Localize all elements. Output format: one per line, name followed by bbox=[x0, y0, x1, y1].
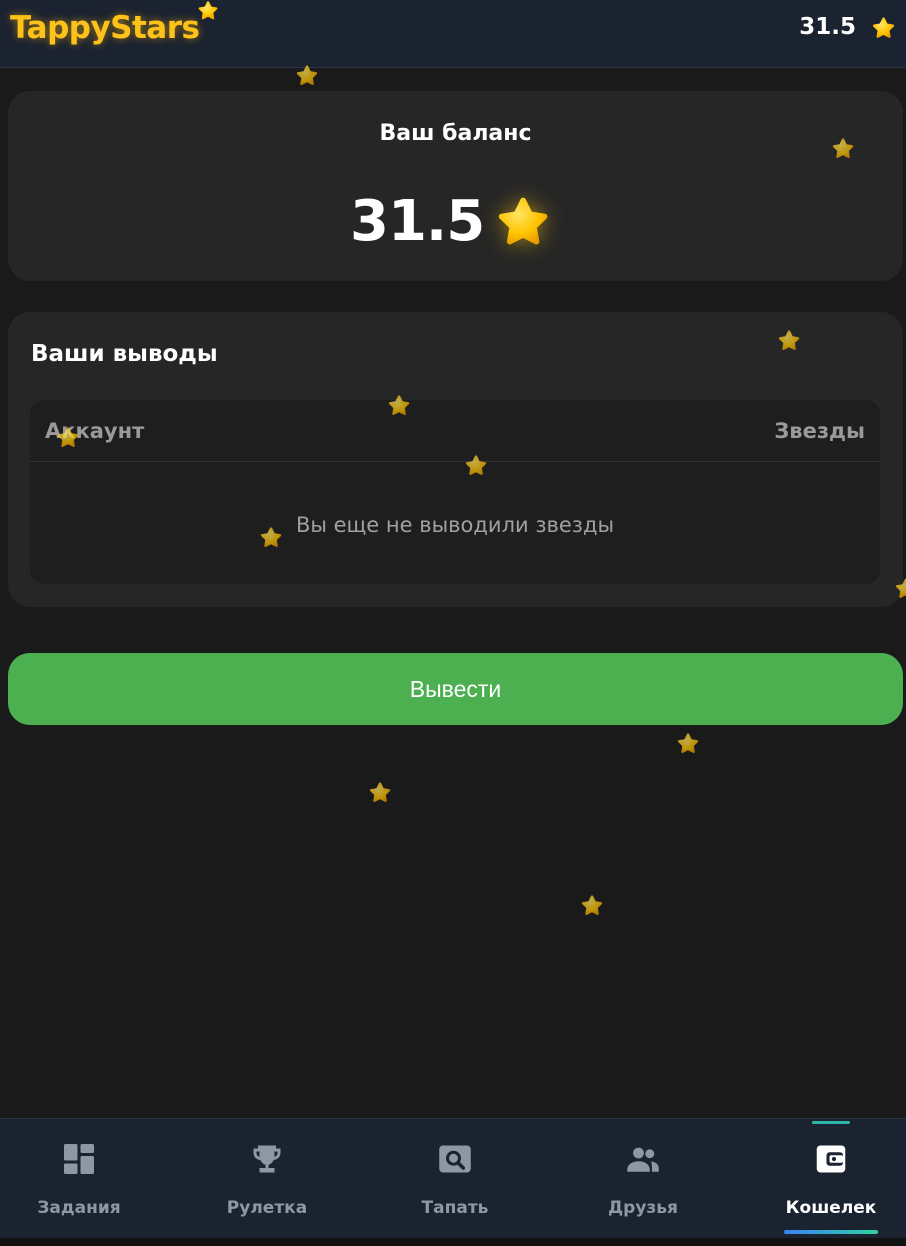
balance-card: Ваш баланс 31.5 bbox=[8, 91, 903, 281]
bottom-strip bbox=[0, 1238, 906, 1246]
nav-item-friends[interactable]: Друзья bbox=[583, 1119, 703, 1239]
withdrawals-table: Аккаунт Звезды Вы еще не выводили звезды bbox=[30, 400, 880, 584]
tasks-icon bbox=[64, 1144, 94, 1174]
logo-star-icon bbox=[196, 0, 220, 23]
app-header: TappyStars 31.5 bbox=[0, 0, 906, 68]
decorative-star-icon bbox=[55, 425, 81, 451]
nav-item-tap[interactable]: Тапать bbox=[395, 1119, 515, 1239]
active-tab-indicator-top bbox=[812, 1121, 850, 1124]
bottom-nav: Задания Рулетка Тапать Друзья Кошелек bbox=[0, 1118, 906, 1238]
active-tab-indicator bbox=[784, 1230, 878, 1234]
nav-label-tasks: Задания bbox=[37, 1198, 121, 1218]
balance-value: 31.5 bbox=[350, 189, 485, 254]
nav-label-tap: Тапать bbox=[421, 1198, 489, 1218]
decorative-star-icon bbox=[776, 328, 802, 354]
decorative-star-icon bbox=[675, 731, 701, 757]
decorative-star-icon bbox=[367, 780, 393, 806]
column-header-stars: Звезды bbox=[774, 419, 865, 443]
withdrawals-card: Ваши выводы Аккаунт Звезды Вы еще не выв… bbox=[8, 312, 903, 607]
nav-item-tasks[interactable]: Задания bbox=[19, 1119, 139, 1239]
tap-icon bbox=[439, 1145, 471, 1173]
nav-item-wallet[interactable]: Кошелек bbox=[771, 1119, 891, 1239]
nav-item-roulette[interactable]: Рулетка bbox=[207, 1119, 327, 1239]
decorative-star-icon bbox=[463, 453, 489, 479]
star-icon bbox=[492, 192, 554, 254]
app-title: TappyStars bbox=[10, 10, 200, 46]
decorative-star-icon bbox=[579, 893, 605, 919]
decorative-star-icon bbox=[258, 525, 284, 551]
decorative-star-icon bbox=[830, 136, 856, 162]
balance-title: Ваш баланс bbox=[379, 121, 532, 146]
decorative-star-icon bbox=[294, 63, 320, 89]
decorative-star-icon bbox=[386, 393, 412, 419]
nav-label-wallet: Кошелек bbox=[785, 1198, 877, 1218]
empty-state-message: Вы еще не выводили звезды bbox=[295, 513, 615, 537]
header-balance: 31.5 bbox=[799, 14, 856, 40]
table-header: Аккаунт Звезды bbox=[30, 400, 880, 462]
nav-label-roulette: Рулетка bbox=[226, 1198, 308, 1218]
decorative-star-icon bbox=[893, 576, 906, 602]
withdraw-button[interactable]: Вывести bbox=[8, 653, 903, 725]
star-icon bbox=[870, 15, 897, 42]
wallet-icon bbox=[816, 1145, 846, 1173]
friends-icon bbox=[627, 1147, 659, 1172]
nav-label-friends: Друзья bbox=[608, 1198, 678, 1218]
trophy-icon bbox=[253, 1145, 281, 1173]
withdrawals-title: Ваши выводы bbox=[31, 341, 218, 367]
